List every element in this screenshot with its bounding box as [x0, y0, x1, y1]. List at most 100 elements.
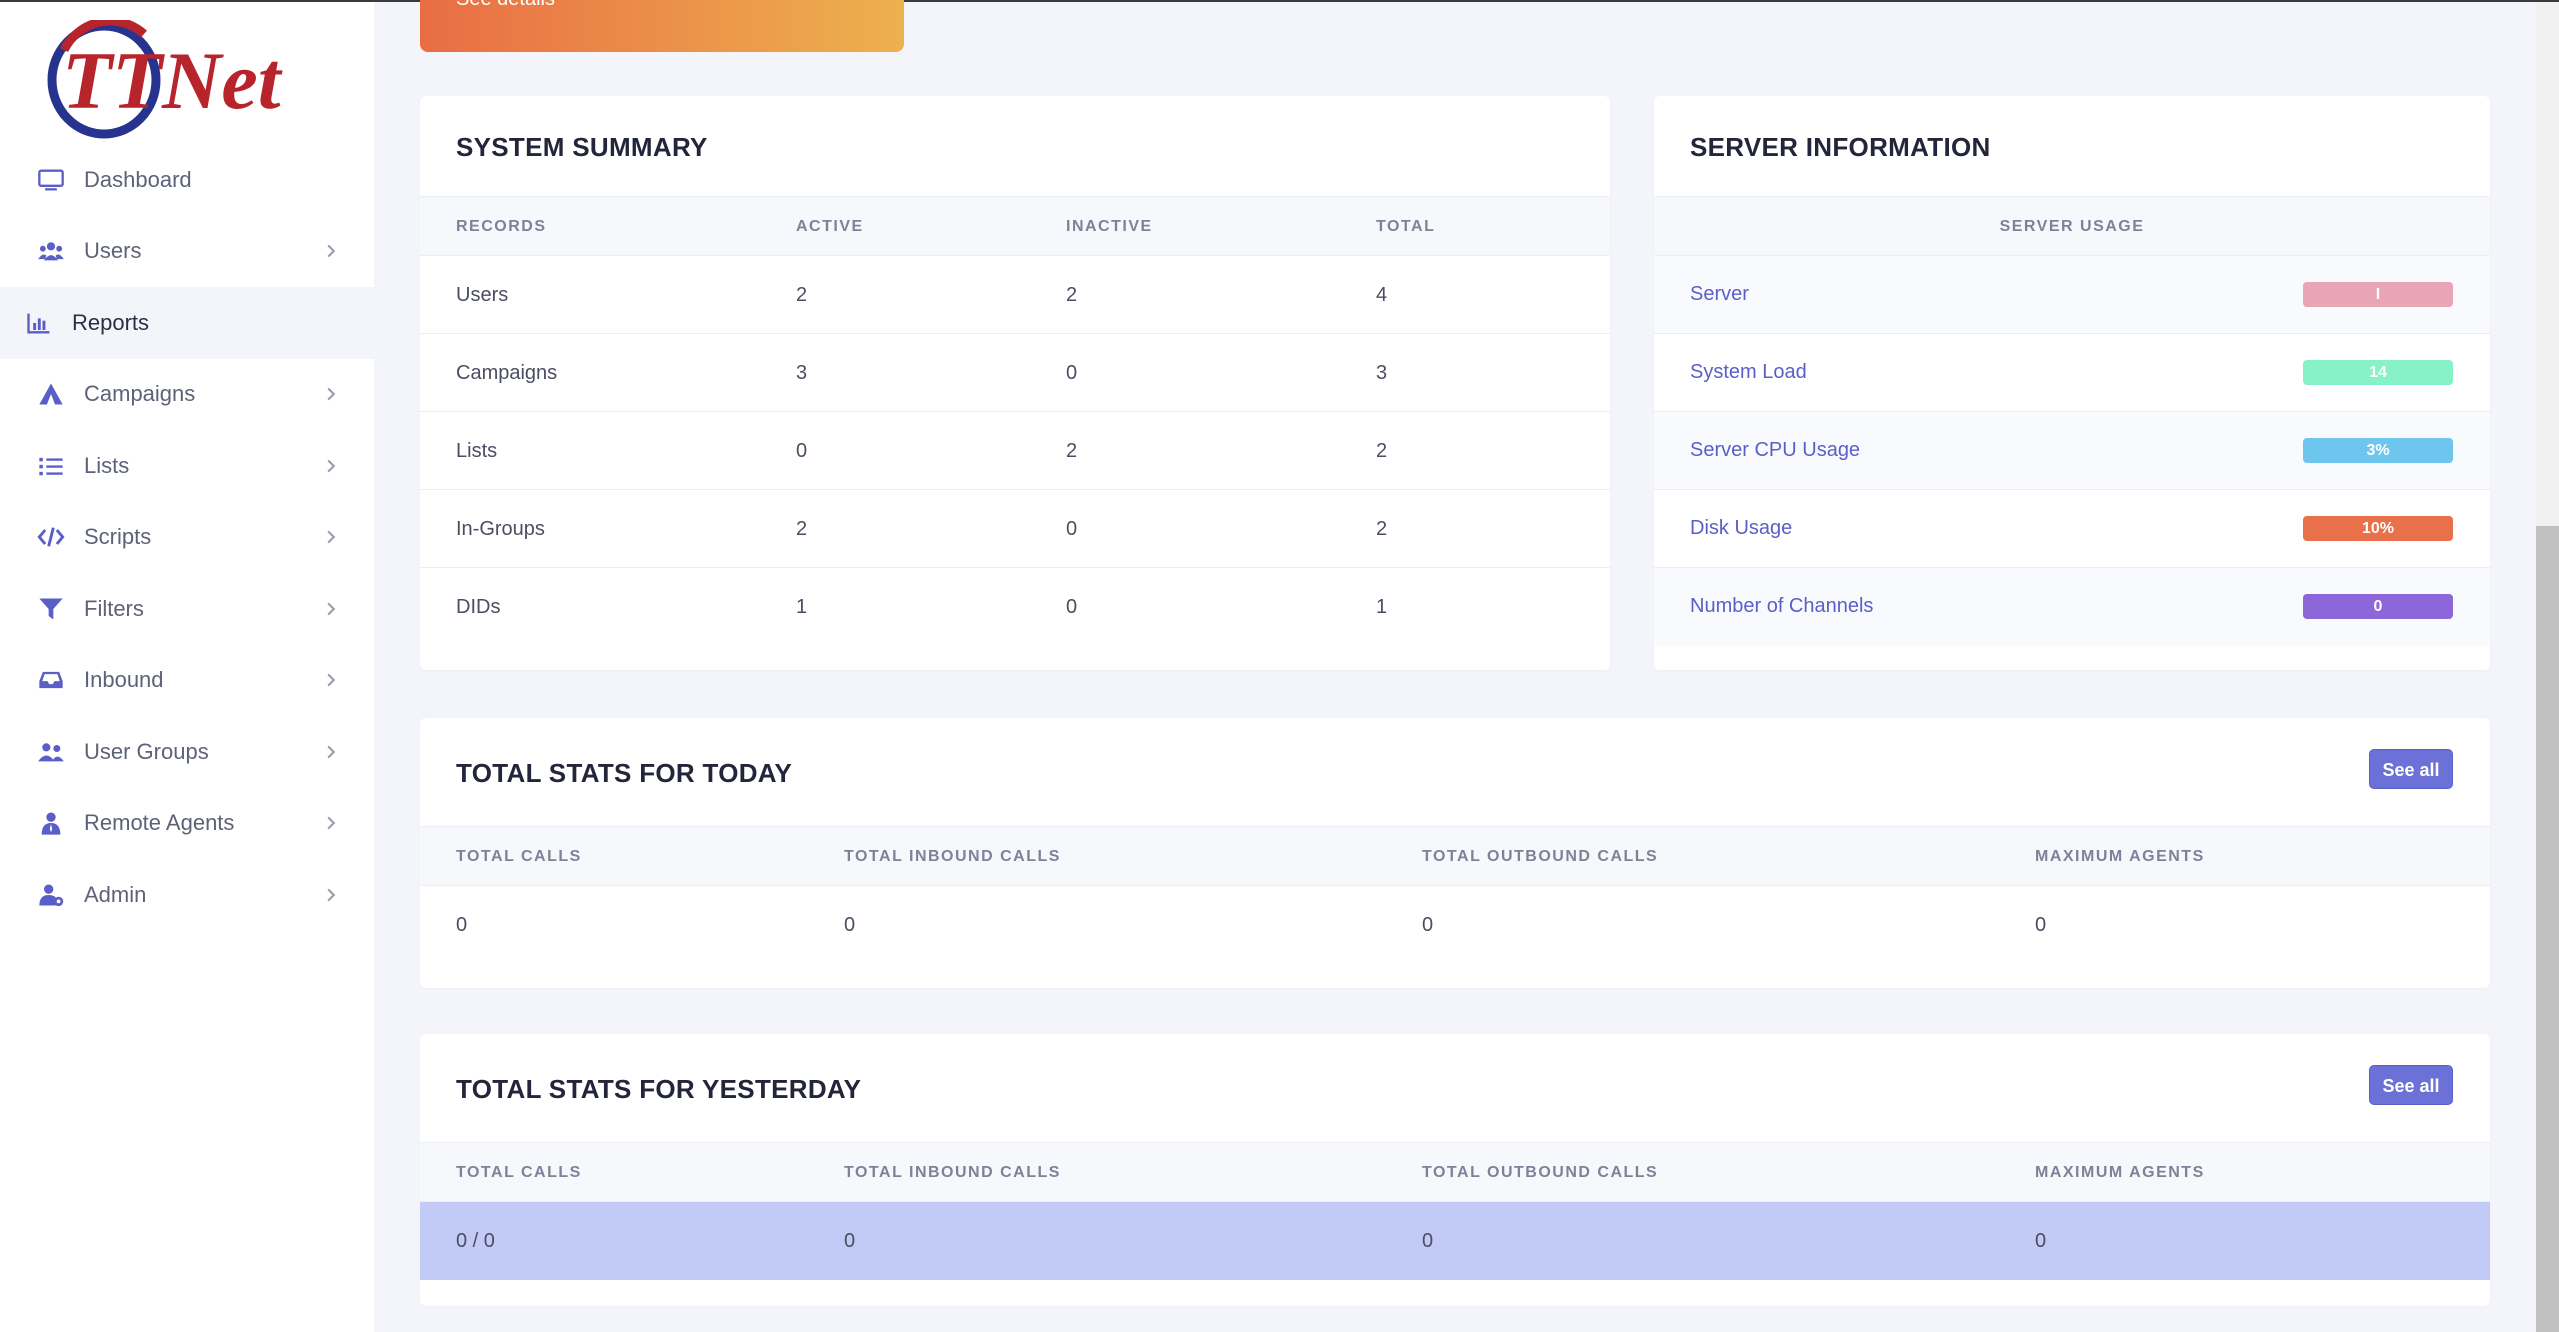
sidebar-nav: Dashboard Users Reports Campaigns Lists …	[0, 144, 374, 931]
sidebar-item-label: Dashboard	[84, 166, 192, 192]
ttnet-logo[interactable]: TTNet	[44, 16, 304, 140]
sidebar-item-label: Filters	[84, 595, 144, 621]
column-header: TOTAL	[1376, 218, 1436, 235]
sidebar-item-reports[interactable]: Reports	[0, 287, 374, 359]
campaign-icon	[36, 379, 66, 409]
code-icon	[36, 522, 66, 552]
table-cell: 3	[1376, 362, 1388, 384]
see-all-button[interactable]: See all	[2369, 749, 2453, 789]
table-row: DIDs 1 0 1	[420, 568, 1610, 646]
server-badge: I	[2303, 282, 2453, 307]
table-row: 0 0 0 0	[420, 886, 2490, 964]
vertical-scrollbar[interactable]	[2536, 2, 2559, 1332]
sidebar-item-label: User Groups	[84, 738, 209, 764]
sidebar-item-campaigns[interactable]: Campaigns	[0, 359, 374, 431]
server-row-cpu-usage: Server CPU Usage 3%	[1654, 412, 2490, 490]
table-cell: Campaigns	[456, 362, 558, 384]
sidebar-item-remote-agents[interactable]: Remote Agents	[0, 788, 374, 860]
sidebar-item-users[interactable]: Users	[0, 216, 374, 288]
svg-text:TTNet: TTNet	[62, 35, 283, 126]
table-cell: 2	[1376, 518, 1388, 540]
table-cell: In-Groups	[456, 518, 545, 540]
server-label[interactable]: Server	[1690, 283, 1749, 306]
table-cell: 2	[1376, 440, 1388, 462]
column-header: TOTAL INBOUND CALLS	[844, 1164, 1061, 1181]
see-details-link[interactable]: See details	[456, 0, 555, 11]
sidebar-item-admin[interactable]: Admin	[0, 859, 374, 931]
table-cell: 0	[1066, 596, 1078, 618]
sidebar-item-scripts[interactable]: Scripts	[0, 502, 374, 574]
card-title: TOTAL STATS FOR YESTERDAY	[456, 1074, 862, 1104]
server-label[interactable]: Disk Usage	[1690, 517, 1792, 540]
column-header: RECORDS	[456, 218, 547, 235]
summary-banner-card[interactable]: See details	[420, 0, 904, 52]
table-cell: 0	[456, 914, 468, 936]
chevron-right-icon	[327, 387, 336, 401]
chevron-right-icon	[327, 459, 336, 473]
table-header: TOTAL CALLS TOTAL INBOUND CALLS TOTAL OU…	[420, 826, 2490, 886]
table-cell: 0	[1066, 518, 1078, 540]
table-header: RECORDS ACTIVE INACTIVE TOTAL	[420, 196, 1610, 256]
inbox-icon	[36, 665, 66, 695]
table-cell: 0	[2035, 1230, 2047, 1252]
column-header: TOTAL OUTBOUND CALLS	[1422, 848, 1659, 865]
server-row-disk-usage: Disk Usage 10%	[1654, 490, 2490, 568]
sidebar-item-label: Lists	[84, 452, 130, 478]
see-all-button[interactable]: See all	[2369, 1065, 2453, 1105]
sidebar-item-label: Campaigns	[84, 381, 196, 407]
table-cell: 2	[1066, 284, 1078, 306]
chevron-right-icon	[327, 244, 336, 258]
table-header: TOTAL CALLS TOTAL INBOUND CALLS TOTAL OU…	[420, 1142, 2490, 1202]
admin-icon	[36, 880, 66, 910]
server-row-server: Server I	[1654, 256, 2490, 334]
table-cell: 3	[796, 362, 808, 384]
sidebar-item-user-groups[interactable]: User Groups	[0, 716, 374, 788]
table-row: Lists 0 2 2	[420, 412, 1610, 490]
agent-icon	[36, 808, 66, 838]
total-stats-today-card: TOTAL STATS FOR TODAY See all TOTAL CALL…	[420, 718, 2490, 988]
list-icon	[36, 451, 66, 481]
sidebar-item-label: Users	[84, 238, 142, 264]
sidebar-item-filters[interactable]: Filters	[0, 573, 374, 645]
table-cell: 0 / 0	[456, 1230, 495, 1252]
server-badge: 10%	[2303, 516, 2453, 541]
table-cell: 2	[1066, 440, 1078, 462]
table-cell: Users	[456, 284, 509, 306]
column-header: INACTIVE	[1066, 218, 1153, 235]
table-cell: 0	[1422, 1230, 1434, 1252]
column-header: ACTIVE	[796, 218, 864, 235]
server-label[interactable]: Server CPU Usage	[1690, 439, 1860, 462]
table-cell: 1	[1376, 596, 1388, 618]
chevron-right-icon	[327, 673, 336, 687]
sidebar-item-lists[interactable]: Lists	[0, 430, 374, 502]
column-header: MAXIMUM AGENTS	[2035, 848, 2205, 865]
user-group-icon	[36, 737, 66, 767]
column-header: TOTAL CALLS	[456, 848, 582, 865]
table-cell: 4	[1376, 284, 1388, 306]
table-cell: 0	[796, 440, 808, 462]
table-cell: 2	[796, 518, 808, 540]
sidebar-item-inbound[interactable]: Inbound	[0, 645, 374, 717]
table-cell: Lists	[456, 440, 498, 462]
table-row: Campaigns 3 0 3	[420, 334, 1610, 412]
sidebar-item-label: Scripts	[84, 524, 152, 550]
monitor-icon	[36, 165, 66, 195]
table-row-highlighted[interactable]: 0 / 0 0 0 0	[420, 1202, 2490, 1280]
scrollbar-thumb[interactable]	[2536, 526, 2559, 1332]
chevron-right-icon	[327, 816, 336, 830]
server-badge: 14	[2303, 360, 2453, 385]
server-row-system-load: System Load 14	[1654, 334, 2490, 412]
chevron-right-icon	[327, 530, 336, 544]
server-label[interactable]: System Load	[1690, 361, 1807, 384]
sidebar-item-dashboard[interactable]: Dashboard	[0, 144, 374, 216]
main-content: See details SYSTEM SUMMARY RECORDS ACTIV…	[374, 0, 2534, 1332]
total-stats-yesterday-card: TOTAL STATS FOR YESTERDAY See all TOTAL …	[420, 1034, 2490, 1306]
server-label[interactable]: Number of Channels	[1690, 595, 1873, 618]
bar-chart-icon	[24, 308, 54, 338]
card-title: SYSTEM SUMMARY	[456, 132, 708, 162]
table-cell: 2	[796, 284, 808, 306]
chevron-right-icon	[327, 602, 336, 616]
column-header: TOTAL OUTBOUND CALLS	[1422, 1164, 1659, 1181]
system-summary-card: SYSTEM SUMMARY RECORDS ACTIVE INACTIVE T…	[420, 96, 1610, 670]
table-cell: 0	[1066, 362, 1078, 384]
